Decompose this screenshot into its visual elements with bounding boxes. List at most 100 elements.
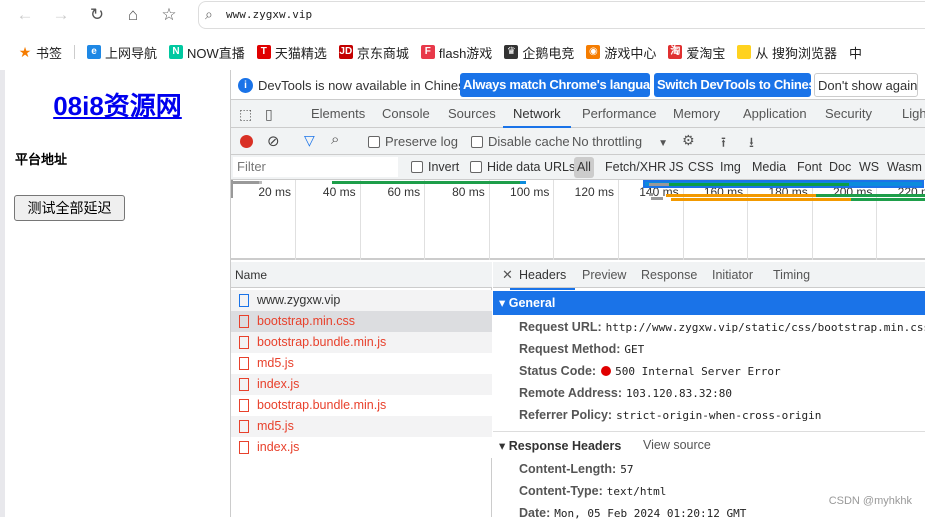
disable-cache-checkbox[interactable]: Disable cache [471, 128, 570, 155]
import-har-icon[interactable]: ⭱ [721, 132, 726, 156]
script-file-icon [239, 420, 249, 433]
filter-type-ws[interactable]: WS [859, 155, 879, 180]
url-text: www.zygxw.vip [226, 8, 313, 21]
devtools-tabs: ⬚ ▯ Elements Console Sources Network Perform… [231, 100, 925, 128]
document-file-icon [239, 294, 249, 307]
request-row[interactable]: www.zygxw.vip [231, 290, 492, 311]
export-har-icon[interactable]: ⭳ [749, 132, 754, 156]
header-key: Referrer Policy: [519, 408, 613, 422]
tab-security[interactable]: Security [825, 100, 872, 128]
bookmark-item[interactable]: Fflash游戏 [420, 43, 492, 62]
tab-sources[interactable]: Sources [448, 100, 496, 128]
inspect-element-icon[interactable]: ⬚ [239, 106, 252, 123]
bookmark-item[interactable]: ★ 书签 [18, 43, 62, 62]
bookmark-icon: JD [338, 45, 353, 59]
timeline-bar [666, 194, 816, 197]
details-tab-timing[interactable]: Timing [773, 262, 810, 288]
details-tab-initiator[interactable]: Initiator [712, 262, 753, 288]
tab-network[interactable]: Network [503, 100, 571, 128]
filter-icon[interactable]: ▽ [304, 132, 315, 149]
header-key: Request URL: [519, 320, 602, 334]
timeline-bar [651, 197, 663, 200]
general-section-header[interactable]: ▾ General [493, 291, 925, 315]
clear-icon[interactable]: ⊘ [267, 132, 280, 150]
details-tab-response[interactable]: Response [641, 262, 697, 288]
request-row[interactable]: md5.js [231, 353, 492, 374]
request-row[interactable]: bootstrap.min.css [231, 311, 492, 332]
test-all-latency-button[interactable]: 测试全部延迟 [14, 195, 125, 221]
request-row[interactable]: md5.js [231, 416, 492, 437]
header-key: Request Method: [519, 342, 621, 356]
filter-type-css[interactable]: CSS [688, 155, 714, 180]
tab-elements[interactable]: Elements [311, 100, 365, 128]
bookmarks-bar: ★ 书签 e 上网导航 N NOW直播 T 天猫精选 JD 京东商城 Fflash游戏 ♛ 企鹅电竞 ◉ 游… [0, 38, 925, 66]
invert-checkbox[interactable]: Invert [411, 155, 459, 180]
match-language-button[interactable]: Always match Chrome's language [460, 73, 665, 97]
filter-type-img[interactable]: Img [720, 155, 741, 180]
request-row[interactable]: index.js [231, 374, 492, 395]
bookmark-item[interactable]: N NOW直播 [169, 43, 245, 62]
details-tab-preview[interactable]: Preview [582, 262, 626, 288]
bookmark-icon: ◉ [586, 45, 601, 59]
reload-icon[interactable]: ↻ [87, 5, 107, 25]
header-field: Content-Type: text/html [519, 484, 666, 498]
bookmark-item[interactable]: T 天猫精选 [256, 43, 327, 62]
request-row[interactable]: bootstrap.bundle.min.js [231, 395, 492, 416]
dont-show-again-button[interactable]: Don't show again [814, 73, 918, 97]
tab-memory[interactable]: Memory [673, 100, 720, 128]
bookmark-label: 上网导航 [105, 45, 158, 61]
home-icon[interactable]: ⌂ [123, 5, 143, 25]
preserve-log-checkbox[interactable]: Preserve log [368, 128, 458, 155]
tab-console[interactable]: Console [382, 100, 430, 128]
filter-type-media[interactable]: Media [752, 155, 786, 180]
bookmark-item[interactable]: JD 京东商城 [338, 43, 409, 62]
timeline-bar [649, 183, 669, 186]
bookmark-label: 京东商城 [356, 45, 409, 61]
tab-performance[interactable]: Performance [582, 100, 656, 128]
forward-icon[interactable]: → [51, 5, 71, 25]
tab-lighthouse[interactable]: Lighthouse [902, 100, 925, 128]
bookmark-item[interactable]: 中 [849, 43, 862, 62]
filter-row: Filter Invert Hide data URLs All Fetch/XH… [231, 155, 925, 180]
filter-type-all[interactable]: All [574, 157, 594, 178]
address-bar[interactable]: ⌕ www.zygxw.vip [198, 1, 925, 29]
header-value: GET [624, 343, 645, 356]
bookmark-item[interactable]: e 上网导航 [87, 43, 157, 62]
request-row[interactable]: index.js [231, 437, 492, 458]
filter-type-wasm[interactable]: Wasm [887, 155, 922, 180]
bookmark-label: 游戏中心 [604, 45, 657, 61]
details-tab-headers[interactable]: Headers [510, 262, 576, 290]
header-value: strict-origin-when-cross-origin [616, 409, 822, 422]
device-toolbar-icon[interactable]: ▯ [265, 106, 273, 123]
site-title-link[interactable]: 08i8资源网 [5, 86, 230, 123]
request-row[interactable]: bootstrap.bundle.min.js [231, 332, 492, 353]
view-source-link[interactable]: View source [643, 438, 711, 452]
throttling-select[interactable]: No throttling ▼ [572, 128, 668, 157]
bookmark-icon: F [420, 45, 435, 59]
tab-application[interactable]: Application [743, 100, 807, 128]
bookmark-item[interactable]: ♛ 企鹅电竞 [504, 43, 574, 62]
timeline-tick-label: 120 ms [574, 185, 614, 199]
filter-type-font[interactable]: Font [797, 155, 822, 180]
response-headers-header[interactable]: ▾ Response Headers [499, 438, 621, 453]
bookmark-item[interactable]: 淘爱淘宝 [668, 43, 725, 62]
network-timeline[interactable]: 20 ms 40 ms 60 ms 80 ms 100 ms 120 ms 140 ms 16… [231, 180, 925, 260]
switch-chinese-button[interactable]: Switch DevTools to Chinese [654, 73, 823, 97]
web-page: 08i8资源网 平台地址 测试全部延迟 [5, 70, 230, 517]
star-icon[interactable]: ☆ [159, 5, 179, 25]
filter-input[interactable]: Filter [233, 157, 398, 177]
back-icon[interactable]: ← [15, 5, 35, 25]
hide-data-urls-checkbox[interactable]: Hide data URLs [470, 155, 575, 180]
search-icon[interactable]: ⌕ [331, 131, 339, 148]
bookmark-item[interactable]: 从 搜狗浏览器 [737, 43, 837, 62]
name-column-header[interactable]: Name [231, 262, 492, 288]
header-field: Request URL: http://www.zygxw.vip/static/… [519, 320, 925, 334]
timeline-bar [851, 198, 925, 201]
record-icon[interactable] [240, 135, 253, 148]
bookmark-item[interactable]: ◉ 游戏中心 [586, 43, 656, 62]
filter-type-fetch-xhr[interactable]: Fetch/XHR [605, 155, 666, 180]
filter-type-doc[interactable]: Doc [829, 155, 851, 180]
network-conditions-icon[interactable]: ⚙ [682, 132, 695, 149]
filter-type-js[interactable]: JS [669, 155, 684, 180]
bookmark-icon: ♛ [504, 45, 519, 59]
